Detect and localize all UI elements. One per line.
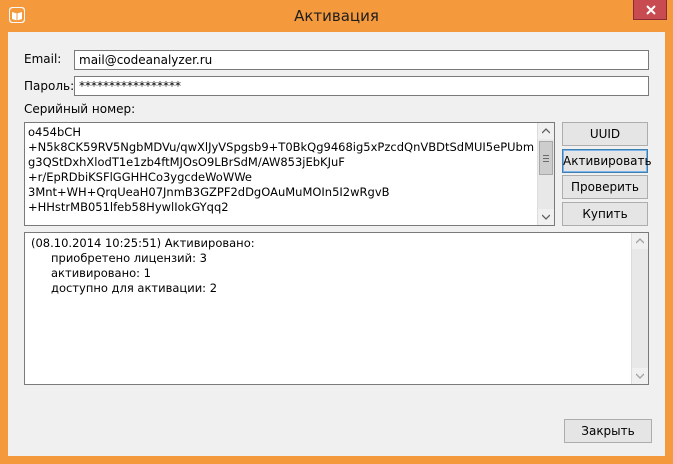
scroll-up-arrow-icon[interactable] <box>538 123 554 139</box>
activation-log[interactable]: (08.10.2014 10:25:51) Активировано: прио… <box>24 232 649 385</box>
serial-line: +N5k8CK59RV5NgbMDVu/qwXlJyVSpgsb9+T0BkQg… <box>28 140 535 154</box>
email-field[interactable]: mail@codeanalyzer.ru <box>74 50 649 70</box>
serial-line: 3Mnt+WH+QrqUeaH07JnmB3GZPF2dDgOAuMuMOIn5… <box>28 185 390 199</box>
password-label: Пароль: <box>24 79 75 93</box>
serial-line: +HHstrMB051lfeb58HywlIokGYqq2 <box>28 200 229 214</box>
close-button[interactable]: Закрыть <box>564 419 652 443</box>
scroll-down-arrow-icon[interactable] <box>538 209 554 225</box>
check-button[interactable]: Проверить <box>562 175 648 199</box>
activation-window: Активация Email: mail@codeanalyzer.ru Па… <box>0 0 673 464</box>
log-line: активировано: 1 <box>51 266 151 280</box>
log-scrollbar[interactable] <box>631 233 648 384</box>
serial-label: Серийный номер: <box>24 102 136 116</box>
log-line: доступно для активации: 2 <box>51 281 218 295</box>
window-title: Активация <box>294 7 379 25</box>
serial-line: o454bCH <box>28 125 81 139</box>
scroll-up-arrow-icon[interactable] <box>632 233 648 249</box>
activate-button[interactable]: Активировать <box>562 149 652 173</box>
serial-scrollbar[interactable] <box>537 123 554 225</box>
serial-text: o454bCH +N5k8CK59RV5NgbMDVu/qwXlJyVSpgsb… <box>28 125 534 215</box>
scroll-thumb[interactable] <box>539 141 553 175</box>
scroll-down-arrow-icon[interactable] <box>632 368 648 384</box>
uuid-button[interactable]: UUID <box>562 122 648 146</box>
log-line: приобретено лицензий: 3 <box>51 251 207 265</box>
password-field[interactable]: ***************** <box>74 76 649 96</box>
dialog-body: Email: mail@codeanalyzer.ru Пароль: ****… <box>8 32 665 456</box>
serial-line: +r/EpRDbiKSFlGGHHCo3ygcdeWoWWe <box>28 170 252 184</box>
serial-line: g3QStDxhXlodT1e1zb4ftMJOsO9LBrSdM/AW853j… <box>28 155 345 169</box>
title-bar[interactable]: Активация <box>0 0 673 32</box>
close-icon <box>646 5 656 15</box>
close-window-button[interactable] <box>633 0 667 20</box>
buy-button[interactable]: Купить <box>562 202 648 226</box>
email-label: Email: <box>24 52 62 66</box>
log-header: (08.10.2014 10:25:51) Активировано: <box>31 236 255 250</box>
serial-number-textarea[interactable]: o454bCH +N5k8CK59RV5NgbMDVu/qwXlJyVSpgsb… <box>24 122 555 226</box>
